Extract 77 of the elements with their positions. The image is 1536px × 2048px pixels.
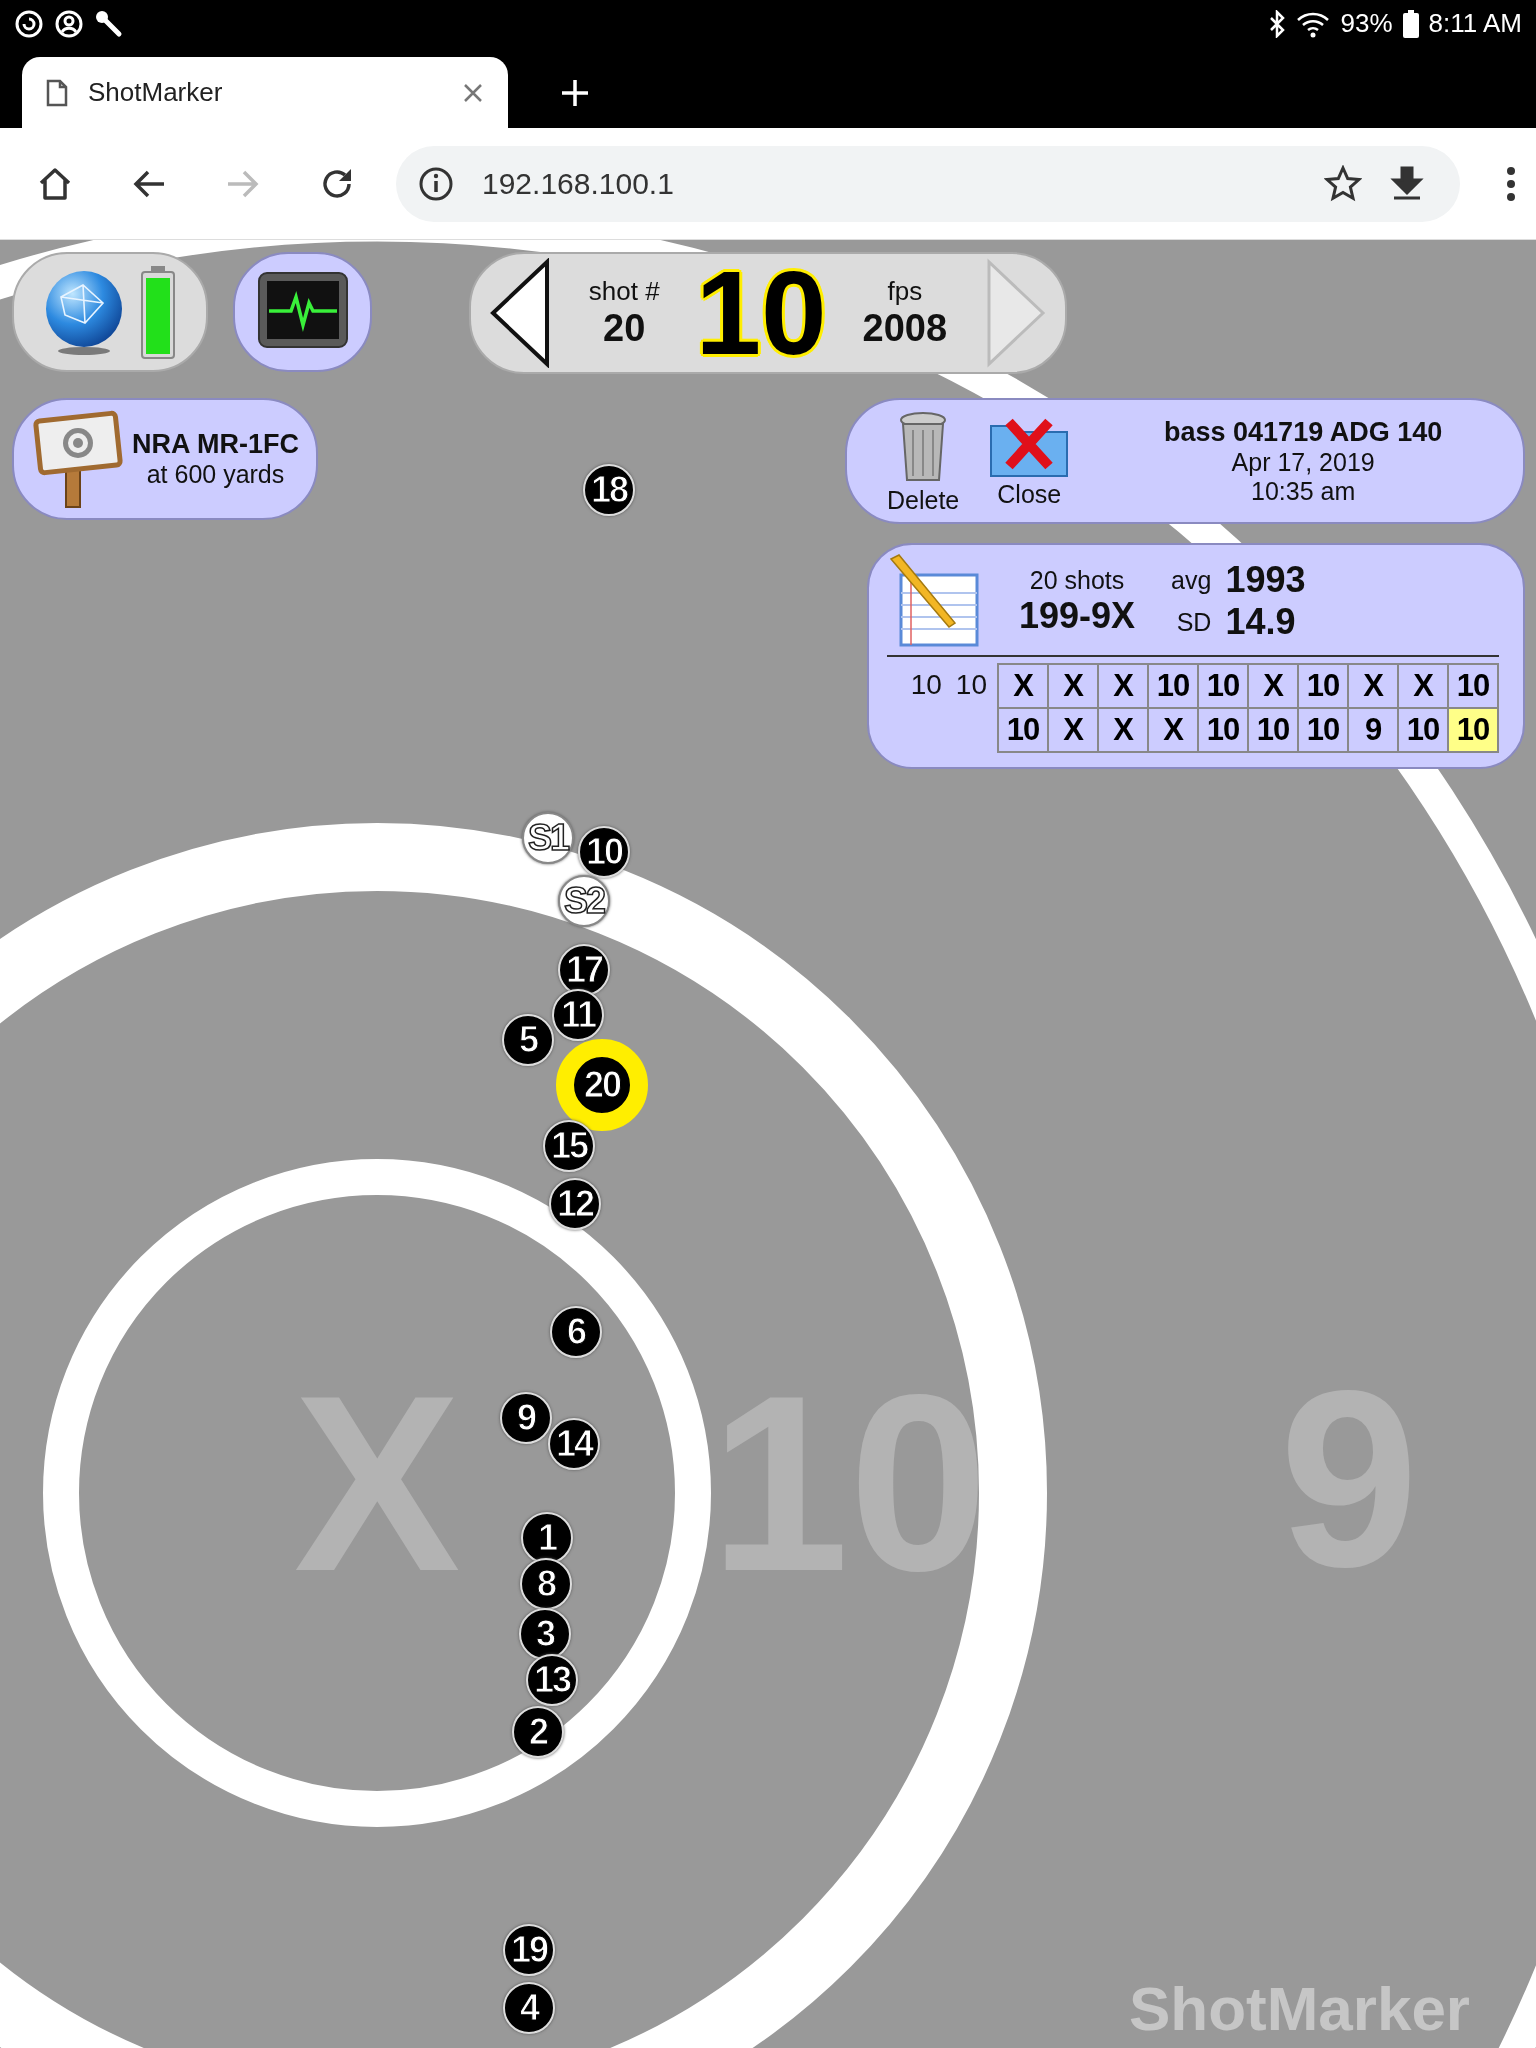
shot-marker[interactable]: 2 bbox=[512, 1706, 564, 1758]
session-title: bass 041719 ADG 140 bbox=[1164, 416, 1443, 448]
score-cell[interactable]: 10 bbox=[1149, 665, 1199, 709]
account-icon bbox=[54, 8, 84, 39]
close-button[interactable]: Close bbox=[989, 413, 1070, 509]
score-cell[interactable]: X bbox=[999, 665, 1049, 709]
shot-count: 20 shots bbox=[1029, 565, 1125, 595]
shot-marker[interactable]: 17 bbox=[558, 944, 610, 996]
shot-marker[interactable]: 5 bbox=[502, 1014, 554, 1066]
shot-marker[interactable]: 15 bbox=[543, 1120, 595, 1172]
tab-title: ShotMarker bbox=[88, 77, 224, 108]
score-cell[interactable]: X bbox=[1099, 665, 1149, 709]
session-time: 10:35 am bbox=[1251, 476, 1356, 506]
score-cell[interactable]: X bbox=[1099, 709, 1149, 753]
shot-marker[interactable]: 1 bbox=[521, 1512, 573, 1564]
address-field[interactable]: 192.168.100.1 bbox=[396, 145, 1460, 222]
sd-label: SD bbox=[1175, 607, 1212, 637]
fps-label: fps bbox=[887, 276, 923, 307]
score-cell[interactable]: 10 bbox=[1199, 709, 1249, 753]
shot-marker[interactable]: 3 bbox=[519, 1608, 571, 1660]
shot-marker[interactable]: 10 bbox=[578, 826, 630, 878]
page-icon bbox=[46, 78, 68, 107]
target-name: NRA MR-1FC bbox=[132, 429, 299, 460]
browser-tab[interactable]: ShotMarker bbox=[22, 57, 508, 128]
shot-marker[interactable]: 18 bbox=[583, 464, 635, 516]
url-text: 192.168.100.1 bbox=[482, 166, 674, 201]
score-cell[interactable]: 9 bbox=[1349, 709, 1399, 753]
target-type-button[interactable]: NRA MR-1FC at 600 yards bbox=[12, 398, 318, 520]
score-cell[interactable]: X bbox=[1049, 665, 1099, 709]
bluetooth-icon bbox=[1268, 9, 1287, 38]
sd-value: 14.9 bbox=[1225, 601, 1297, 643]
new-tab-icon[interactable] bbox=[560, 78, 590, 108]
score-cell[interactable]: 10 bbox=[1249, 709, 1299, 753]
shot-number: 20 bbox=[603, 307, 646, 350]
fps-value: 2008 bbox=[862, 307, 948, 350]
shot-marker[interactable]: 19 bbox=[503, 1924, 555, 1976]
shot-marker[interactable]: 6 bbox=[550, 1306, 602, 1358]
shot-number-label: shot # bbox=[588, 276, 660, 307]
shot-marker[interactable]: S1 bbox=[522, 812, 574, 864]
shot-marker[interactable]: 9 bbox=[500, 1392, 552, 1444]
score-cell[interactable]: X bbox=[1249, 665, 1299, 709]
score-cell[interactable]: X bbox=[1399, 665, 1449, 709]
shot-marker[interactable]: 14 bbox=[548, 1418, 600, 1470]
score-cell[interactable]: 10 bbox=[1199, 665, 1249, 709]
download-icon[interactable] bbox=[1390, 165, 1424, 202]
menu-icon[interactable] bbox=[1506, 165, 1516, 202]
score-cell[interactable]: X bbox=[1149, 709, 1199, 753]
score-cell[interactable]: 10 bbox=[999, 709, 1049, 753]
total-score: 199-9X bbox=[1019, 594, 1136, 637]
info-icon bbox=[418, 165, 454, 202]
average-label: avg bbox=[1171, 565, 1212, 595]
clock: 8:11 AM bbox=[1428, 8, 1522, 39]
battery-icon bbox=[1402, 9, 1419, 38]
score-cell[interactable]: X bbox=[1349, 665, 1399, 709]
close-icon[interactable] bbox=[462, 81, 484, 104]
score-cell[interactable]: 10 bbox=[1299, 665, 1349, 709]
score-cell[interactable]: 10 bbox=[1449, 709, 1499, 753]
shot-marker[interactable]: 11 bbox=[552, 989, 604, 1041]
session-date: Apr 17, 2019 bbox=[1231, 447, 1375, 477]
sighter-score: 10 bbox=[955, 669, 987, 701]
wrench-icon bbox=[94, 8, 124, 39]
shot-marker[interactable]: 8 bbox=[520, 1558, 572, 1610]
sync-icon bbox=[14, 8, 44, 39]
delete-button[interactable]: Delete bbox=[887, 407, 960, 515]
shot-marker[interactable]: 20 bbox=[556, 1039, 648, 1131]
score-cell[interactable]: X bbox=[1049, 709, 1099, 753]
shot-score: 10 bbox=[695, 254, 827, 372]
shot-marker[interactable]: 4 bbox=[503, 1982, 555, 2034]
average-value: 1993 bbox=[1225, 559, 1306, 601]
score-cell[interactable]: 10 bbox=[1299, 709, 1349, 753]
shot-marker[interactable]: 13 bbox=[526, 1654, 578, 1706]
battery-icon bbox=[139, 264, 177, 360]
target-distance: at 600 yards bbox=[146, 460, 285, 489]
sighter-score: 10 bbox=[910, 669, 942, 701]
battery-percent: 93% bbox=[1340, 8, 1393, 39]
star-icon[interactable] bbox=[1324, 164, 1362, 203]
shot-marker[interactable]: 12 bbox=[549, 1178, 601, 1230]
